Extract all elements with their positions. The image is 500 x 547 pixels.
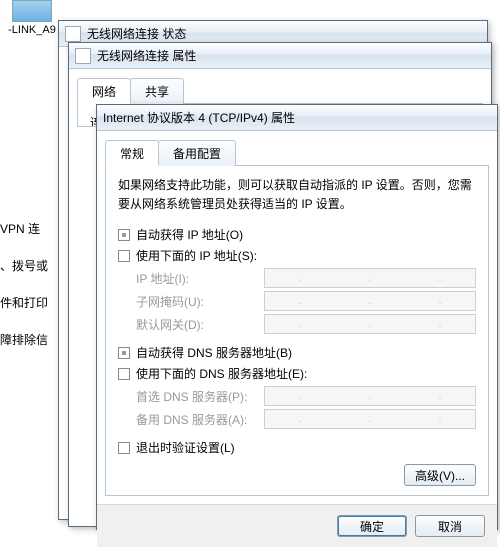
radio-icon [118, 229, 130, 241]
titlebar-ipv4[interactable]: Internet 协议版本 4 (TCP/IPv4) 属性 [97, 105, 497, 131]
checkbox-validate-label: 退出时验证设置(L) [136, 439, 235, 456]
checkbox-validate[interactable]: 退出时验证设置(L) [118, 439, 476, 456]
input-gateway: ... [264, 314, 476, 334]
input-dns-pref: ... [264, 386, 476, 406]
radio-dns-auto[interactable]: 自动获得 DNS 服务器地址(B) [118, 344, 476, 361]
signal-icon [65, 26, 81, 42]
label-ip-address: IP 地址(I): [136, 270, 256, 287]
tab-network[interactable]: 网络 [77, 78, 131, 104]
radio-icon [118, 347, 130, 359]
tabstrip-adapter: 网络 共享 [77, 77, 483, 104]
title-ipv4: Internet 协议版本 4 (TCP/IPv4) 属性 [103, 109, 295, 126]
tab-share[interactable]: 共享 [130, 78, 184, 104]
radio-dns-manual-label: 使用下面的 DNS 服务器地址(E): [136, 365, 307, 382]
radio-ip-auto-label: 自动获得 IP 地址(O) [136, 226, 243, 243]
titlebar-adapter-properties[interactable]: 无线网络连接 属性 [69, 43, 491, 69]
cancel-button[interactable]: 取消 [415, 515, 485, 537]
window-ipv4-properties: Internet 协议版本 4 (TCP/IPv4) 属性 常规 备用配置 如果… [96, 104, 498, 530]
radio-dns-manual[interactable]: 使用下面的 DNS 服务器地址(E): [118, 365, 476, 382]
desktop-shortcut[interactable]: -LINK_A9 [0, 0, 64, 36]
tab-general[interactable]: 常规 [105, 140, 159, 166]
label-subnet: 子网掩码(U): [136, 293, 256, 310]
row-dns-pref: 首选 DNS 服务器(P): ... [118, 386, 476, 406]
tabstrip-ipv4: 常规 备用配置 [105, 139, 489, 166]
radio-ip-manual[interactable]: 使用下面的 IP 地址(S): [118, 247, 476, 264]
dialog-button-row: 确定 取消 [97, 504, 497, 547]
ipv4-description: 如果网络支持此功能，则可以获取自动指派的 IP 设置。否则，您需要从网络系统管理… [118, 176, 476, 214]
input-ip-address: ... [264, 268, 476, 288]
network-icon [12, 0, 52, 22]
desktop-shortcut-label: -LINK_A9 [0, 24, 64, 36]
row-dns-alt: 备用 DNS 服务器(A): ... [118, 409, 476, 429]
checkbox-icon [118, 442, 130, 454]
ipv4-body: 如果网络支持此功能，则可以获取自动指派的 IP 设置。否则，您需要从网络系统管理… [105, 166, 489, 496]
signal-icon [75, 48, 91, 64]
advanced-button[interactable]: 高级(V)... [404, 464, 476, 486]
ok-button[interactable]: 确定 [337, 515, 407, 537]
label-dns-alt: 备用 DNS 服务器(A): [136, 411, 256, 428]
label-dns-pref: 首选 DNS 服务器(P): [136, 388, 256, 405]
radio-dns-auto-label: 自动获得 DNS 服务器地址(B) [136, 344, 292, 361]
background-window-fragments: VPN 连 、拨号或 件和打印 障排除信 [0, 200, 48, 368]
title-adapter-properties: 无线网络连接 属性 [97, 47, 196, 64]
radio-ip-manual-label: 使用下面的 IP 地址(S): [136, 247, 257, 264]
title-wireless-status: 无线网络连接 状态 [87, 25, 186, 42]
radio-ip-auto[interactable]: 自动获得 IP 地址(O) [118, 226, 476, 243]
tab-alternate[interactable]: 备用配置 [158, 140, 236, 166]
label-gateway: 默认网关(D): [136, 316, 256, 333]
radio-icon [118, 250, 130, 262]
radio-icon [118, 368, 130, 380]
input-dns-alt: ... [264, 409, 476, 429]
row-subnet: 子网掩码(U): ... [118, 291, 476, 311]
row-ip-address: IP 地址(I): ... [118, 268, 476, 288]
input-subnet: ... [264, 291, 476, 311]
row-gateway: 默认网关(D): ... [118, 314, 476, 334]
